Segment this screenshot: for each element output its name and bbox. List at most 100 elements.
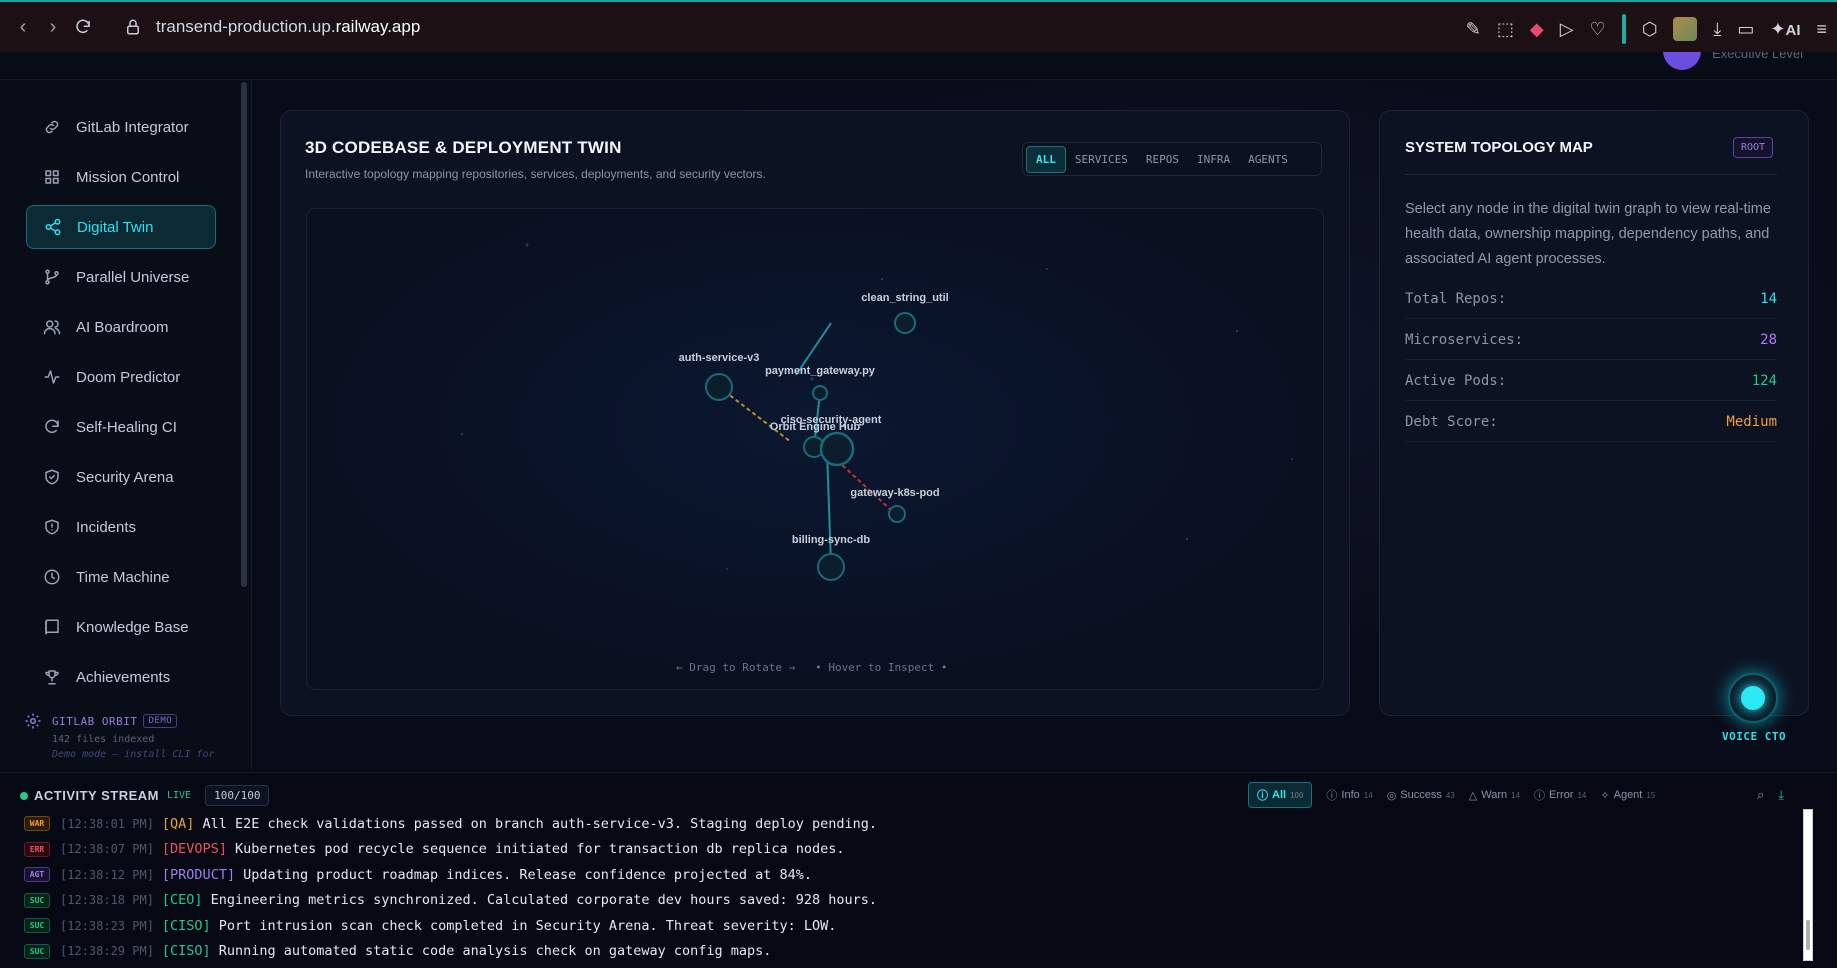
shield-alert-icon xyxy=(42,517,62,537)
node-auth-service-v3[interactable] xyxy=(705,373,733,401)
battery-icon[interactable]: ▭ xyxy=(1737,19,1754,40)
heart-icon[interactable]: ♡ xyxy=(1590,19,1606,40)
ai-icon[interactable]: ✦AI xyxy=(1770,19,1800,40)
stat-row: Active Pods: 124 xyxy=(1405,361,1777,401)
sidebar-item-knowledge-base[interactable]: Knowledge Base xyxy=(26,605,216,649)
sidebar-item-label: Incidents xyxy=(76,518,137,536)
sidebar-item-achievements[interactable]: Achievements xyxy=(26,655,216,699)
activity-scrollbar[interactable] xyxy=(1803,809,1813,961)
screenshot-icon[interactable]: ⬚ xyxy=(1497,19,1514,40)
sidebar-item-label: Parallel Universe xyxy=(76,268,190,286)
download-icon[interactable]: ⤓ xyxy=(1713,19,1721,40)
filter-all[interactable]: ⓘ All 100 xyxy=(1248,782,1313,808)
app-header: Executive Level xyxy=(0,52,1837,80)
filter-error[interactable]: ⓘ Error 14 xyxy=(1534,787,1586,803)
sidebar-item-time-machine[interactable]: Time Machine xyxy=(26,555,216,599)
menu-icon[interactable]: ≡ xyxy=(1816,19,1827,40)
profile-avatar[interactable] xyxy=(1673,17,1698,41)
orbit-files: 142 files indexed xyxy=(52,734,155,745)
forward-icon[interactable]: › xyxy=(38,12,68,42)
tab-infra[interactable]: INFRA xyxy=(1188,147,1239,172)
voice-cto-button[interactable] xyxy=(1728,673,1778,723)
log-entry: AGT [12:38:12 PM] [PRODUCT] Updating produc… xyxy=(24,862,877,888)
sidebar-item-gitlab-integrator[interactable]: GitLab Integrator xyxy=(26,105,216,149)
log-level-badge: SUC xyxy=(24,892,50,908)
node-label-orbit-engine-hub: Orbit Engine Hub xyxy=(770,421,861,433)
voice-mic-icon xyxy=(1741,686,1765,710)
user-avatar[interactable] xyxy=(1663,52,1701,70)
log-entry: SUC [12:38:18 PM] [CEO] Engineering metrics… xyxy=(24,888,877,914)
sidebar-item-ai-boardroom[interactable]: AI Boardroom xyxy=(26,305,216,349)
log-timestamp: [12:38:01 PM] xyxy=(60,816,154,831)
node-orbit-engine-hub[interactable] xyxy=(819,431,855,467)
filter-warn-icon: △ xyxy=(1468,789,1478,802)
filter-label: Error xyxy=(1549,789,1574,801)
filter-agent-icon: ✧ xyxy=(1600,789,1610,802)
sidebar-item-self-healing-ci[interactable]: Self-Healing CI xyxy=(26,405,216,449)
tab-services[interactable]: SERVICES xyxy=(1066,147,1137,172)
tab-repos[interactable]: REPOS xyxy=(1137,147,1188,172)
trophy-icon xyxy=(42,667,62,687)
node-label-gateway-k8s-pod: gateway-k8s-pod xyxy=(850,487,939,499)
filter-label: Success xyxy=(1400,789,1442,801)
send-icon[interactable]: ▷ xyxy=(1560,19,1574,40)
log-message: Updating product roadmap indices. Releas… xyxy=(243,866,813,883)
stat-label: Debt Score: xyxy=(1405,413,1498,430)
reload-icon[interactable] xyxy=(68,12,98,42)
sidebar-item-label: Knowledge Base xyxy=(76,618,189,636)
back-icon[interactable]: ‹ xyxy=(8,12,38,42)
orbit-gear-icon xyxy=(25,713,41,729)
node-payment-gateway[interactable] xyxy=(812,385,828,401)
live-indicator xyxy=(20,791,28,800)
scroll-down-icon[interactable]: ⤓ xyxy=(1778,787,1784,803)
filter-count: 15 xyxy=(1646,790,1656,800)
filter-label: All xyxy=(1272,789,1287,801)
demo-badge: DEMO xyxy=(143,714,178,728)
branch-icon xyxy=(42,267,62,287)
grid-icon xyxy=(42,167,62,187)
search-icon[interactable]: ⌕ xyxy=(1757,787,1764,803)
sidebar-scrollbar[interactable] xyxy=(241,82,247,587)
activity-scroll-thumb[interactable] xyxy=(1806,920,1810,950)
node-billing-sync-db[interactable] xyxy=(817,553,845,581)
user-level: Executive Level xyxy=(1711,52,1803,61)
log-agent: [PRODUCT] xyxy=(161,866,236,883)
tab-all[interactable]: ALL xyxy=(1026,145,1066,173)
pocket-icon[interactable]: ◆ xyxy=(1530,19,1544,40)
extensions-icon[interactable]: ⬡ xyxy=(1642,19,1658,40)
filter-warn[interactable]: △ Warn 14 xyxy=(1469,789,1520,802)
sidebar-item-label: Self-Healing CI xyxy=(76,418,177,436)
tab-agents[interactable]: AGENTS xyxy=(1239,147,1297,172)
log-agent: [CISO] xyxy=(161,917,211,934)
log-timestamp: [12:38:12 PM] xyxy=(60,867,154,882)
divider xyxy=(1621,14,1626,44)
filter-success[interactable]: ◎ Success 43 xyxy=(1387,789,1455,802)
filter-info[interactable]: ⓘ Info 14 xyxy=(1326,787,1372,803)
topology-divider xyxy=(1405,174,1777,175)
sidebar-item-parallel-universe[interactable]: Parallel Universe xyxy=(26,255,216,299)
stat-row: Debt Score: Medium xyxy=(1405,402,1777,442)
link-icon xyxy=(42,117,62,137)
sidebar-item-mission-control[interactable]: Mission Control xyxy=(26,155,216,199)
twin-filter-tabs: ALL SERVICES REPOS INFRA AGENTS xyxy=(1022,142,1322,176)
filter-agent[interactable]: ✧ Agent 15 xyxy=(1600,789,1655,802)
node-gateway-k8s-pod[interactable] xyxy=(888,505,906,523)
sidebar-item-digital-twin[interactable]: Digital Twin xyxy=(26,205,216,249)
root-badge[interactable]: ROOT xyxy=(1733,137,1774,158)
sidebar-item-doom-predictor[interactable]: Doom Predictor xyxy=(26,355,216,399)
live-label: LIVE xyxy=(167,790,192,801)
log-message: Kubernetes pod recycle sequence initiate… xyxy=(234,841,845,858)
sidebar-item-label: Achievements xyxy=(76,668,171,686)
sidebar-item-incidents[interactable]: Incidents xyxy=(26,505,216,549)
stat-value: Medium xyxy=(1726,413,1777,430)
log-entry: SUC [12:38:23 PM] [CISO] Port intrusion sca… xyxy=(24,913,877,939)
filter-count: 100 xyxy=(1290,790,1304,800)
pin-icon[interactable]: ✎ xyxy=(1466,19,1481,40)
log-level-badge: ERR xyxy=(24,841,50,857)
node-clean-string-util[interactable] xyxy=(894,312,916,334)
address-bar[interactable]: transend-production.up.railway.app xyxy=(106,17,420,37)
topology-graph[interactable]: clean_string_util auth-service-v3 paymen… xyxy=(306,208,1324,690)
sidebar-item-security-arena[interactable]: Security Arena xyxy=(26,455,216,499)
stat-label: Active Pods: xyxy=(1405,372,1507,389)
stat-value: 28 xyxy=(1760,331,1777,348)
